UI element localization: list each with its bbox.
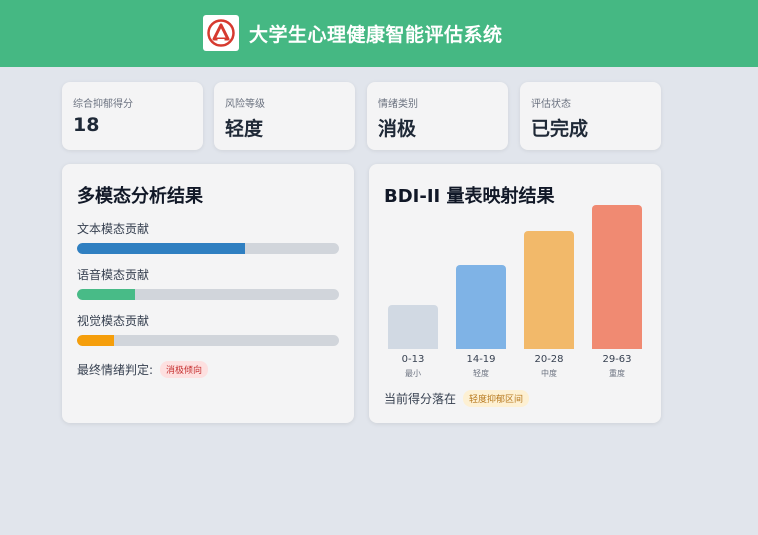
verdict-label: 最终情绪判定: — [77, 363, 154, 377]
current-range-label: 当前得分落在 — [384, 392, 457, 406]
panel-title: 多模态分析结果 — [77, 186, 203, 207]
chart-range-label: 20-28 — [534, 354, 564, 365]
stat-value: 消极 — [378, 118, 417, 140]
chart-bar — [456, 265, 506, 349]
modality-label-audio: 语音模态贡献 — [77, 268, 150, 282]
modality-fill-text — [77, 243, 245, 254]
modality-track-text — [77, 243, 339, 254]
app-logo — [203, 15, 239, 51]
chart-bar — [388, 304, 438, 349]
chart-range-label: 14-19 — [466, 354, 496, 365]
stat-card-status: 评估状态 已完成 — [520, 82, 661, 150]
modality-track-audio — [77, 289, 339, 300]
stat-card-risk: 风险等级 轻度 — [214, 82, 355, 150]
chart-level-label: 重度 — [609, 369, 625, 378]
chart-bar — [524, 231, 574, 349]
stat-card-score: 综合抑郁得分 18 — [62, 82, 203, 150]
chart-range-label: 29-63 — [602, 354, 632, 365]
panel-title: BDI-II 量表映射结果 — [384, 186, 555, 207]
chart-level-label: 中度 — [541, 369, 557, 378]
modality-track-visual — [77, 335, 339, 346]
multimodal-panel: 多模态分析结果 文本模态贡献 语音模态贡献 视觉模态贡献 最终情绪判定: 消极倾… — [62, 164, 354, 423]
chart-bar — [592, 204, 642, 349]
modality-label-text: 文本模态贡献 — [77, 222, 150, 236]
app-header: 大学生心理健康智能评估系统 — [0, 0, 758, 67]
stat-label: 风险等级 — [225, 99, 265, 110]
modality-fill-visual — [77, 335, 114, 346]
chart-level-label: 轻度 — [473, 369, 489, 378]
chart-level-label: 最小 — [405, 369, 421, 378]
stat-value: 轻度 — [225, 118, 264, 140]
current-range-badge: 轻度抑郁区间 — [463, 390, 530, 407]
current-range: 当前得分落在 轻度抑郁区间 — [384, 390, 530, 407]
emblem-icon — [207, 19, 235, 47]
app-title: 大学生心理健康智能评估系统 — [249, 24, 503, 46]
verdict-badge: 消极倾向 — [160, 361, 209, 378]
emotion-verdict: 最终情绪判定: 消极倾向 — [77, 361, 209, 378]
stat-label: 情绪类别 — [378, 99, 418, 110]
stat-value: 18 — [73, 114, 100, 136]
modality-label-visual: 视觉模态贡献 — [77, 314, 150, 328]
bdi-panel: BDI-II 量表映射结果 当前得分落在 轻度抑郁区间 0-13 最小 14-19 轻… — [369, 164, 661, 423]
chart-range-label: 0-13 — [401, 354, 425, 365]
stat-label: 评估状态 — [531, 99, 571, 110]
stat-value: 已完成 — [531, 118, 589, 140]
stat-card-emotion: 情绪类别 消极 — [367, 82, 508, 150]
stat-label: 综合抑郁得分 — [73, 99, 133, 110]
modality-fill-audio — [77, 289, 135, 300]
